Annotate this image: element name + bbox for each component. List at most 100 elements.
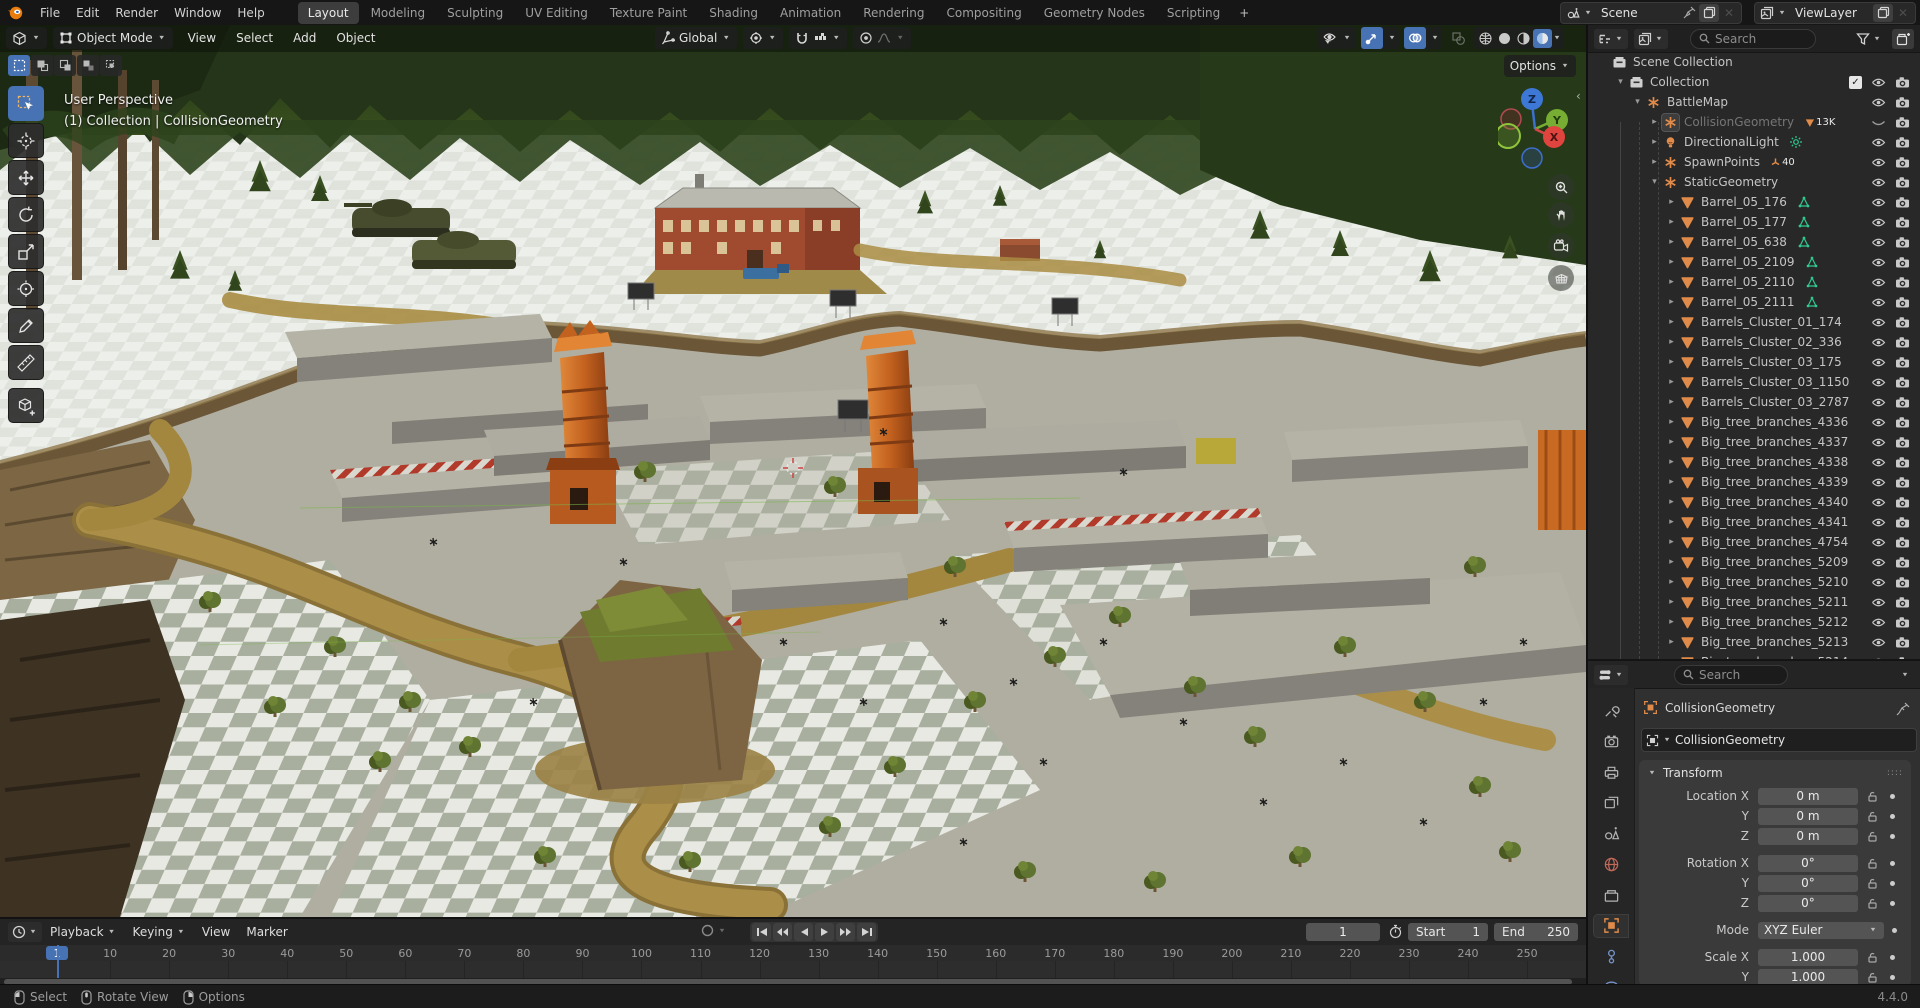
outliner-row-collection[interactable]: ▾Collection✓: [1588, 72, 1920, 92]
workspace-tab-compositing[interactable]: Compositing: [936, 2, 1031, 24]
eye-open-icon[interactable]: [1871, 236, 1886, 249]
transform-orientation-selector[interactable]: Global ▾: [655, 27, 737, 49]
expand-arrow[interactable]: ▾: [1613, 77, 1628, 87]
expand-arrow[interactable]: ▸: [1664, 577, 1679, 587]
viewlayer-name[interactable]: ViewLayer: [1787, 6, 1873, 20]
camera-icon[interactable]: [1895, 496, 1910, 509]
shading-material[interactable]: [1514, 29, 1533, 48]
eye-closed-icon[interactable]: [1871, 116, 1886, 129]
timeline-menu-marker[interactable]: Marker: [238, 922, 295, 942]
timeline-menu-view[interactable]: View: [194, 922, 238, 942]
properties-tab-tool[interactable]: [1594, 700, 1628, 722]
camera-icon[interactable]: [1895, 556, 1910, 569]
play-reverse-button[interactable]: [794, 923, 813, 941]
navigation-gizmo[interactable]: Z Y X: [1498, 85, 1574, 173]
outliner-row-barrel-05-2109[interactable]: ▸Barrel_05_2109: [1588, 252, 1920, 272]
outliner-row-directionallight[interactable]: ▸DirectionalLight: [1588, 132, 1920, 152]
outliner-row-barrels-cluster-03-175[interactable]: ▸Barrels_Cluster_03_175: [1588, 352, 1920, 372]
menu-render[interactable]: Render: [107, 3, 166, 23]
expand-arrow[interactable]: ▸: [1664, 357, 1679, 367]
collection-checkbox[interactable]: ✓: [1849, 76, 1862, 89]
expand-arrow[interactable]: ▸: [1664, 297, 1679, 307]
field-y[interactable]: 0 m: [1758, 808, 1858, 825]
expand-arrow[interactable]: ▸: [1664, 257, 1679, 267]
shading-wireframe[interactable]: [1476, 29, 1495, 48]
workspace-tab-rendering[interactable]: Rendering: [853, 2, 934, 24]
menu-help[interactable]: Help: [229, 3, 272, 23]
workspace-tab-scripting[interactable]: Scripting: [1157, 2, 1230, 24]
scene-name[interactable]: Scene: [1593, 6, 1679, 20]
next-keyframe-button[interactable]: [836, 923, 855, 941]
camera-icon[interactable]: [1895, 636, 1910, 649]
prev-keyframe-button[interactable]: [773, 923, 792, 941]
transform-panel-header[interactable]: ▾ Transform ::::: [1639, 760, 1911, 786]
eye-open-icon[interactable]: [1871, 156, 1886, 169]
viewport-menu-object[interactable]: Object: [327, 28, 384, 48]
timeline-ruler[interactable]: 1020304050607080901001101201301401501601…: [0, 945, 1586, 961]
expand-arrow[interactable]: ▸: [1664, 397, 1679, 407]
expand-arrow[interactable]: ▸: [1664, 597, 1679, 607]
outliner-row-big-tree-branches-4338[interactable]: ▸Big_tree_branches_4338: [1588, 452, 1920, 472]
camera-icon[interactable]: [1895, 276, 1910, 289]
animate-dot[interactable]: [1890, 975, 1895, 980]
scene-selector[interactable]: ▾ Scene ✕: [1560, 2, 1742, 24]
expand-arrow[interactable]: ▸: [1664, 217, 1679, 227]
viewport-3d[interactable]: ▾ Object Mode ▾ ViewSelectAddObject Glob…: [0, 25, 1586, 917]
camera-icon[interactable]: [1895, 336, 1910, 349]
eye-open-icon[interactable]: [1871, 476, 1886, 489]
new-collection-button[interactable]: [1892, 29, 1914, 49]
eye-open-icon[interactable]: [1871, 496, 1886, 509]
timeline-editor-type[interactable]: ▾: [8, 922, 42, 942]
camera-icon[interactable]: [1895, 436, 1910, 449]
lock-open-icon[interactable]: [1862, 830, 1882, 843]
mode-selector[interactable]: Object Mode ▾: [53, 27, 173, 49]
timeline-menu-playback[interactable]: Playback▾: [42, 922, 125, 942]
eye-open-icon[interactable]: [1871, 416, 1886, 429]
play-button[interactable]: [815, 923, 834, 941]
outliner-library-filter[interactable]: ▾: [1634, 29, 1668, 49]
expand-arrow[interactable]: ▸: [1664, 537, 1679, 547]
eye-open-icon[interactable]: [1871, 276, 1886, 289]
tool-scale[interactable]: [8, 234, 44, 269]
eye-open-icon[interactable]: [1871, 596, 1886, 609]
properties-tab-output[interactable]: [1594, 761, 1628, 783]
pivot-point-selector[interactable]: ▾: [743, 27, 783, 49]
outliner-row-barrel-05-2110[interactable]: ▸Barrel_05_2110: [1588, 272, 1920, 292]
camera-icon[interactable]: [1895, 156, 1910, 169]
shading-rendered[interactable]: [1533, 29, 1552, 48]
properties-tab-constraints[interactable]: [1594, 946, 1628, 968]
outliner-row-big-tree-branches-4336[interactable]: ▸Big_tree_branches_4336: [1588, 412, 1920, 432]
outliner-row-big-tree-branches-5213[interactable]: ▸Big_tree_branches_5213: [1588, 632, 1920, 652]
field-scale-x[interactable]: 1.000: [1758, 949, 1858, 966]
eye-open-icon[interactable]: [1871, 616, 1886, 629]
outliner-display-mode[interactable]: ▾: [1594, 29, 1628, 49]
jump-to-start-button[interactable]: [752, 923, 771, 941]
outliner-row-barrel-05-177[interactable]: ▸Barrel_05_177: [1588, 212, 1920, 232]
expand-arrow[interactable]: ▸: [1647, 137, 1662, 147]
select-mode-invert[interactable]: [77, 55, 99, 76]
object-name-field[interactable]: ▾ CollisionGeometry: [1641, 728, 1917, 752]
properties-tab-world[interactable]: [1594, 854, 1628, 876]
eye-open-icon[interactable]: [1871, 176, 1886, 189]
menu-edit[interactable]: Edit: [68, 3, 107, 23]
expand-arrow[interactable]: ▸: [1664, 337, 1679, 347]
select-mode-subtract[interactable]: [54, 55, 76, 76]
workspace-tab-texture-paint[interactable]: Texture Paint: [600, 2, 697, 24]
camera-icon[interactable]: [1895, 516, 1910, 529]
editor-type-button[interactable]: ▾: [6, 27, 47, 49]
camera-icon[interactable]: [1895, 596, 1910, 609]
workspace-tab-sculpting[interactable]: Sculpting: [437, 2, 513, 24]
chevron-down-icon[interactable]: ▾: [1900, 671, 1910, 679]
new-scene-icon[interactable]: [1699, 4, 1719, 22]
add-workspace-button[interactable]: +: [1232, 2, 1256, 24]
expand-arrow[interactable]: ▸: [1664, 497, 1679, 507]
outliner-filter-button[interactable]: ▾: [1852, 29, 1886, 49]
viewport-menu-view[interactable]: View: [179, 28, 225, 48]
auto-keying-toggle[interactable]: ▾: [700, 923, 727, 938]
outliner-row-barrels-cluster-03-1150[interactable]: ▸Barrels_Cluster_03_1150: [1588, 372, 1920, 392]
menu-window[interactable]: Window: [166, 3, 229, 23]
pin-icon[interactable]: [1679, 4, 1699, 22]
outliner-row-battlemap[interactable]: ▾BattleMap: [1588, 92, 1920, 112]
pan-hand-button[interactable]: [1548, 202, 1574, 228]
eye-open-icon[interactable]: [1871, 136, 1886, 149]
